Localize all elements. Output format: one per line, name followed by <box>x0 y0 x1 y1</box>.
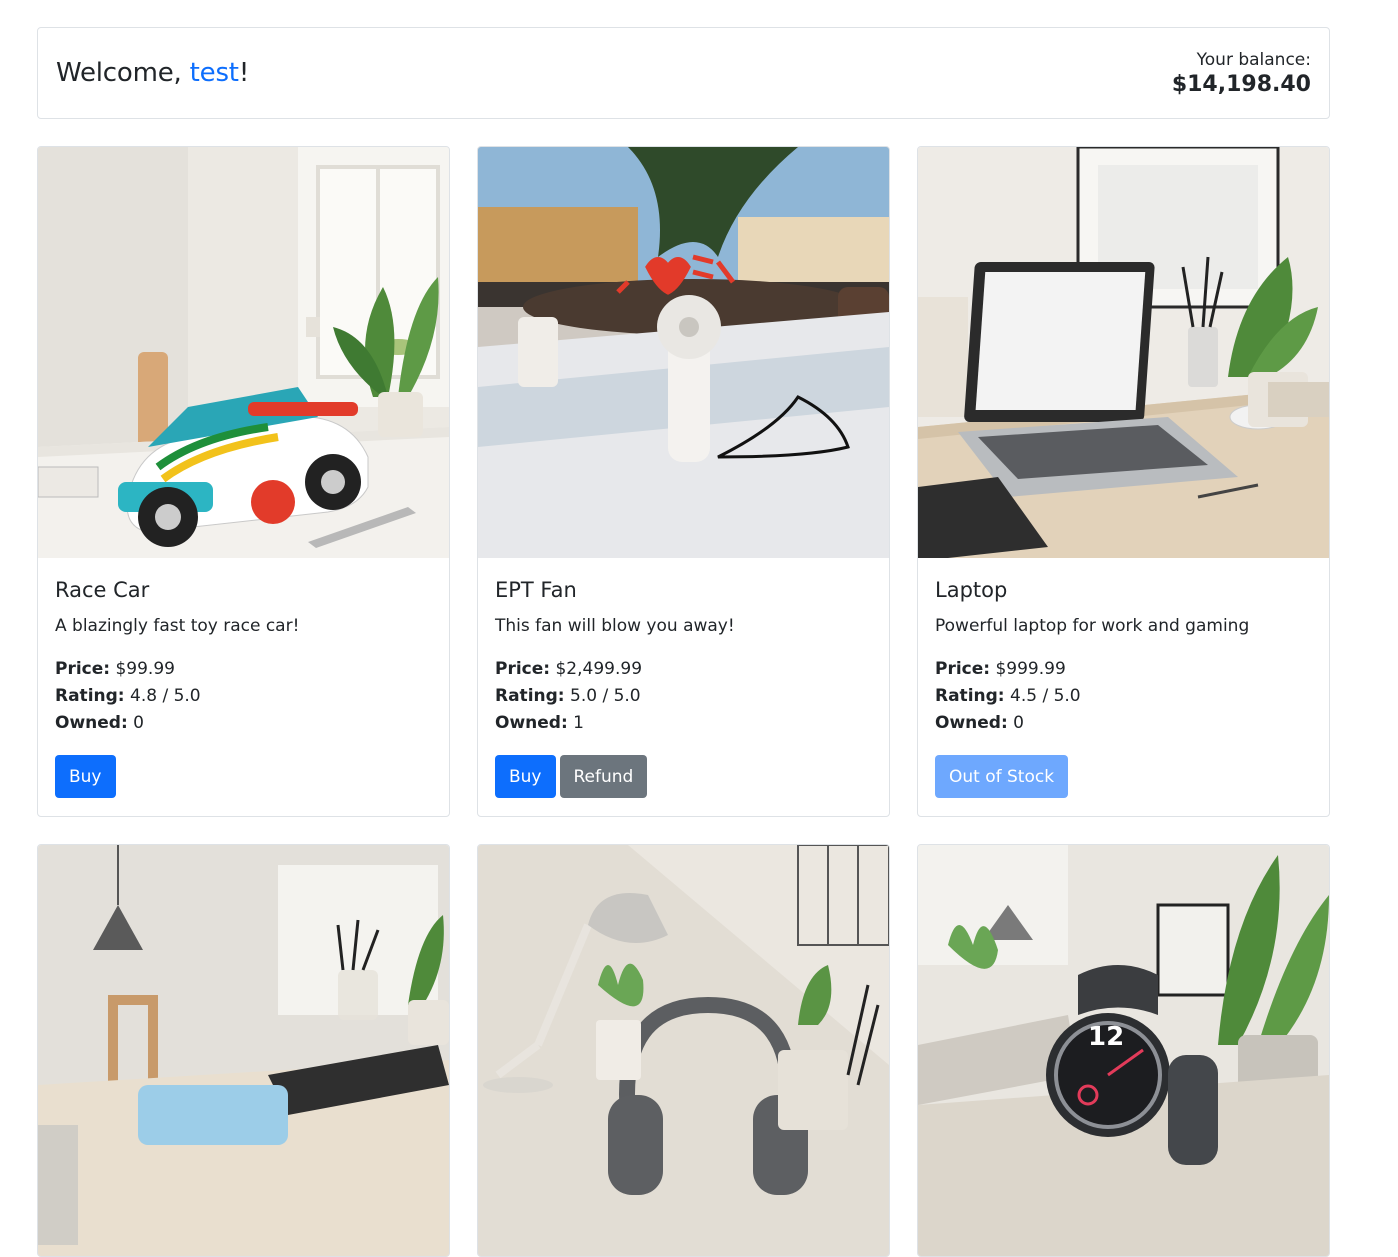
owned-value: 0 <box>1013 713 1024 733</box>
out-of-stock-button: Out of Stock <box>935 755 1069 798</box>
action-buttons: Out of Stock <box>935 755 1312 798</box>
rating-row: Rating: 4.5 / 5.0 <box>935 683 1312 710</box>
card-body: Laptop Powerful laptop for work and gami… <box>918 558 1329 816</box>
rating-row: Rating: 4.8 / 5.0 <box>55 683 432 710</box>
product-name: Race Car <box>55 578 150 602</box>
owned-row: Owned: 0 <box>55 710 432 737</box>
owned-label: Owned: <box>55 713 128 733</box>
price-value: $999.99 <box>995 659 1066 679</box>
product-card-headphones <box>477 844 890 1257</box>
refund-button[interactable]: Refund <box>559 755 648 798</box>
product-grid: Race Car A blazingly fast toy race car! … <box>37 146 1330 1257</box>
price-row: Price: $2,499.99 <box>495 656 872 683</box>
owned-label: Owned: <box>935 713 1008 733</box>
product-card-phone <box>37 844 450 1257</box>
product-card-smartwatch: 12 <box>917 844 1330 1257</box>
balance-display: Your balance: $14,198.40 <box>1172 50 1311 97</box>
product-description: Powerful laptop for work and gaming <box>935 616 1250 636</box>
price-value: $99.99 <box>115 659 175 679</box>
welcome-card: Welcome, test! Your balance: $14,198.40 <box>37 27 1330 119</box>
balance-amount: $14,198.40 <box>1171 71 1311 97</box>
product-card-race-car: Race Car A blazingly fast toy race car! … <box>37 146 450 817</box>
price-value: $2,499.99 <box>555 659 643 679</box>
welcome-heading: Welcome, test! <box>56 58 249 88</box>
owned-value: 1 <box>573 713 584 733</box>
owned-value: 0 <box>133 713 144 733</box>
buy-button[interactable]: Buy <box>55 755 116 798</box>
smartwatch-image: 12 <box>918 845 1329 1256</box>
price-label: Price: <box>55 659 111 679</box>
rating-value: 4.8 / 5.0 <box>130 686 201 706</box>
buy-button[interactable]: Buy <box>495 755 556 798</box>
product-card-ept-fan: EPT Fan This fan will blow you away! Pri… <box>477 146 890 817</box>
owned-row: Owned: 1 <box>495 710 872 737</box>
product-name: Laptop <box>935 578 1008 602</box>
owned-row: Owned: 0 <box>935 710 1312 737</box>
product-card-laptop: Laptop Powerful laptop for work and gami… <box>917 146 1330 817</box>
card-body: EPT Fan This fan will blow you away! Pri… <box>478 558 889 816</box>
product-description: A blazingly fast toy race car! <box>55 616 300 636</box>
svg-text:12: 12 <box>1088 1022 1124 1052</box>
price-label: Price: <box>495 659 551 679</box>
action-buttons: Buy <box>55 755 432 798</box>
page-container: Welcome, test! Your balance: $14,198.40 <box>37 27 1330 1257</box>
rating-label: Rating: <box>935 686 1005 706</box>
balance-label: Your balance: <box>1196 49 1311 70</box>
action-buttons: Buy Refund <box>495 755 872 798</box>
rating-label: Rating: <box>495 686 565 706</box>
price-row: Price: $99.99 <box>55 656 432 683</box>
product-description: This fan will blow you away! <box>495 616 735 636</box>
welcome-prefix: Welcome, <box>56 58 190 88</box>
rating-label: Rating: <box>55 686 125 706</box>
headphones-image <box>478 845 889 1256</box>
rating-value: 5.0 / 5.0 <box>570 686 641 706</box>
welcome-suffix: ! <box>238 58 250 88</box>
product-name: EPT Fan <box>495 578 577 602</box>
laptop-image <box>918 147 1329 558</box>
rating-row: Rating: 5.0 / 5.0 <box>495 683 872 710</box>
fan-image <box>478 147 889 558</box>
card-body: Race Car A blazingly fast toy race car! … <box>38 558 449 816</box>
username: test <box>189 58 239 88</box>
rating-value: 4.5 / 5.0 <box>1010 686 1081 706</box>
race-car-image <box>38 147 449 558</box>
owned-label: Owned: <box>495 713 568 733</box>
phone-image <box>38 845 449 1256</box>
price-row: Price: $999.99 <box>935 656 1312 683</box>
price-label: Price: <box>935 659 991 679</box>
